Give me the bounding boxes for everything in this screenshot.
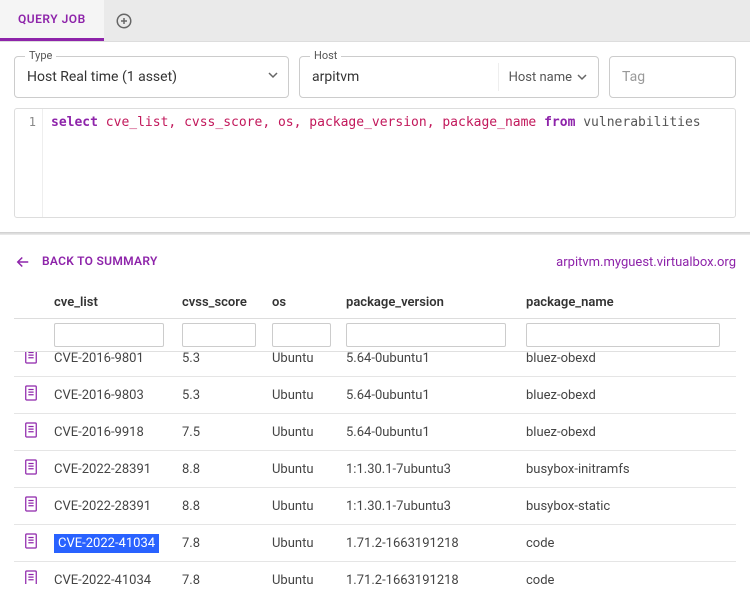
cell-cve[interactable]: CVE-2022-41034 [48, 525, 176, 562]
cell-pkgv: 1:1.30.1-7ubuntu3 [340, 451, 520, 488]
host-value: arpitvm [300, 57, 498, 97]
col-cve[interactable]: cve_list [48, 287, 176, 319]
host-mode[interactable]: Host name [498, 63, 598, 91]
cell-pkgv: 5.64-0ubuntu1 [340, 352, 520, 377]
cell-pkgn: bluez-obexd [520, 414, 736, 451]
cell-os: Ubuntu [266, 525, 340, 562]
document-icon[interactable] [24, 459, 38, 479]
cell-pkgv: 5.64-0ubuntu1 [340, 377, 520, 414]
cell-pkgn: bluez-obexd [520, 352, 736, 377]
results-pane: BACK TO SUMMARY arpitvm.myguest.virtualb… [0, 235, 750, 584]
type-label: Type [25, 49, 56, 62]
table-row[interactable]: CVE-2016-98035.3Ubuntu5.64-0ubuntu1bluez… [14, 377, 736, 414]
cell-cvss: 5.3 [176, 377, 266, 414]
cell-cvss: 7.8 [176, 525, 266, 562]
col-os[interactable]: os [266, 287, 340, 319]
document-icon[interactable] [24, 352, 38, 368]
back-to-summary-button[interactable]: BACK TO SUMMARY [14, 253, 158, 271]
cell-pkgn: code [520, 525, 736, 562]
tab-bar: QUERY JOB [0, 0, 750, 42]
cell-cvss: 5.3 [176, 352, 266, 377]
col-cvss[interactable]: cvss_score [176, 287, 266, 319]
cell-os: Ubuntu [266, 562, 340, 585]
host-label: Host [310, 49, 341, 62]
add-tab-button[interactable] [104, 0, 144, 42]
col-pkgv[interactable]: package_version [340, 287, 520, 319]
cell-pkgn: bluez-obexd [520, 377, 736, 414]
document-icon[interactable] [24, 570, 38, 584]
filter-cve[interactable] [54, 323, 164, 347]
cell-pkgn: code [520, 562, 736, 585]
cell-pkgn: busybox-initramfs [520, 451, 736, 488]
cell-os: Ubuntu [266, 414, 340, 451]
document-icon[interactable] [24, 496, 38, 516]
tag-placeholder: Tag [610, 57, 735, 97]
sql-code[interactable]: select cve_list, cvss_score, os, package… [43, 109, 709, 217]
arrow-left-icon [14, 253, 32, 271]
cell-pkgv: 1.71.2-1663191218 [340, 525, 520, 562]
cell-cve[interactable]: CVE-2022-41034 [48, 562, 176, 585]
filter-os[interactable] [272, 323, 331, 347]
cell-cve[interactable]: CVE-2016-9801 [48, 352, 176, 377]
table-row[interactable]: CVE-2022-283918.8Ubuntu1:1.30.1-7ubuntu3… [14, 488, 736, 525]
result-hostname: arpitvm.myguest.virtualbox.org [556, 255, 736, 270]
cell-cve[interactable]: CVE-2016-9918 [48, 414, 176, 451]
cell-cve[interactable]: CVE-2016-9803 [48, 377, 176, 414]
cell-cvss: 7.5 [176, 414, 266, 451]
host-select[interactable]: Host arpitvm Host name [299, 56, 599, 98]
cell-pkgn: busybox-static [520, 488, 736, 525]
results-header: cve_list cvss_score os package_version p… [14, 287, 736, 352]
cell-cvss: 7.8 [176, 562, 266, 585]
filter-cvss[interactable] [182, 323, 256, 347]
results-body[interactable]: CVE-2016-98015.3Ubuntu5.64-0ubuntu1bluez… [14, 352, 736, 584]
filter-pkgv[interactable] [346, 323, 506, 347]
cell-os: Ubuntu [266, 352, 340, 377]
document-icon[interactable] [24, 385, 38, 405]
filter-pkgn[interactable] [526, 323, 720, 347]
cell-cvss: 8.8 [176, 488, 266, 525]
cell-pkgv: 5.64-0ubuntu1 [340, 414, 520, 451]
cell-os: Ubuntu [266, 488, 340, 525]
cell-cve[interactable]: CVE-2022-28391 [48, 488, 176, 525]
tab-query-job[interactable]: QUERY JOB [0, 0, 104, 41]
col-pkgn[interactable]: package_name [520, 287, 736, 319]
cell-os: Ubuntu [266, 451, 340, 488]
chevron-down-icon [258, 69, 288, 85]
table-row[interactable]: CVE-2022-410347.8Ubuntu1.71.2-1663191218… [14, 562, 736, 585]
cell-cve[interactable]: CVE-2022-28391 [48, 451, 176, 488]
table-row[interactable]: CVE-2022-41034 7.8Ubuntu1.71.2-1663191218… [14, 525, 736, 562]
cell-pkgv: 1.71.2-1663191218 [340, 562, 520, 585]
cell-os: Ubuntu [266, 377, 340, 414]
cell-cvss: 8.8 [176, 451, 266, 488]
document-icon[interactable] [24, 422, 38, 442]
cell-pkgv: 1:1.30.1-7ubuntu3 [340, 488, 520, 525]
type-select[interactable]: Type Host Real time (1 asset) [14, 56, 289, 98]
type-value: Host Real time (1 asset) [15, 57, 258, 97]
tag-input[interactable]: Tag [609, 56, 736, 98]
filter-bar: Type Host Real time (1 asset) Host arpit… [0, 42, 750, 108]
document-icon[interactable] [24, 533, 38, 553]
table-row[interactable]: CVE-2016-98015.3Ubuntu5.64-0ubuntu1bluez… [14, 352, 736, 377]
plus-icon [115, 12, 133, 30]
sql-editor[interactable]: 1 select cve_list, cvss_score, os, packa… [14, 108, 736, 218]
selected-cell[interactable]: CVE-2022-41034 [54, 534, 159, 553]
table-row[interactable]: CVE-2022-283918.8Ubuntu1:1.30.1-7ubuntu3… [14, 451, 736, 488]
line-gutter: 1 [15, 109, 43, 217]
chevron-down-icon [576, 71, 588, 83]
table-row[interactable]: CVE-2016-99187.5Ubuntu5.64-0ubuntu1bluez… [14, 414, 736, 451]
